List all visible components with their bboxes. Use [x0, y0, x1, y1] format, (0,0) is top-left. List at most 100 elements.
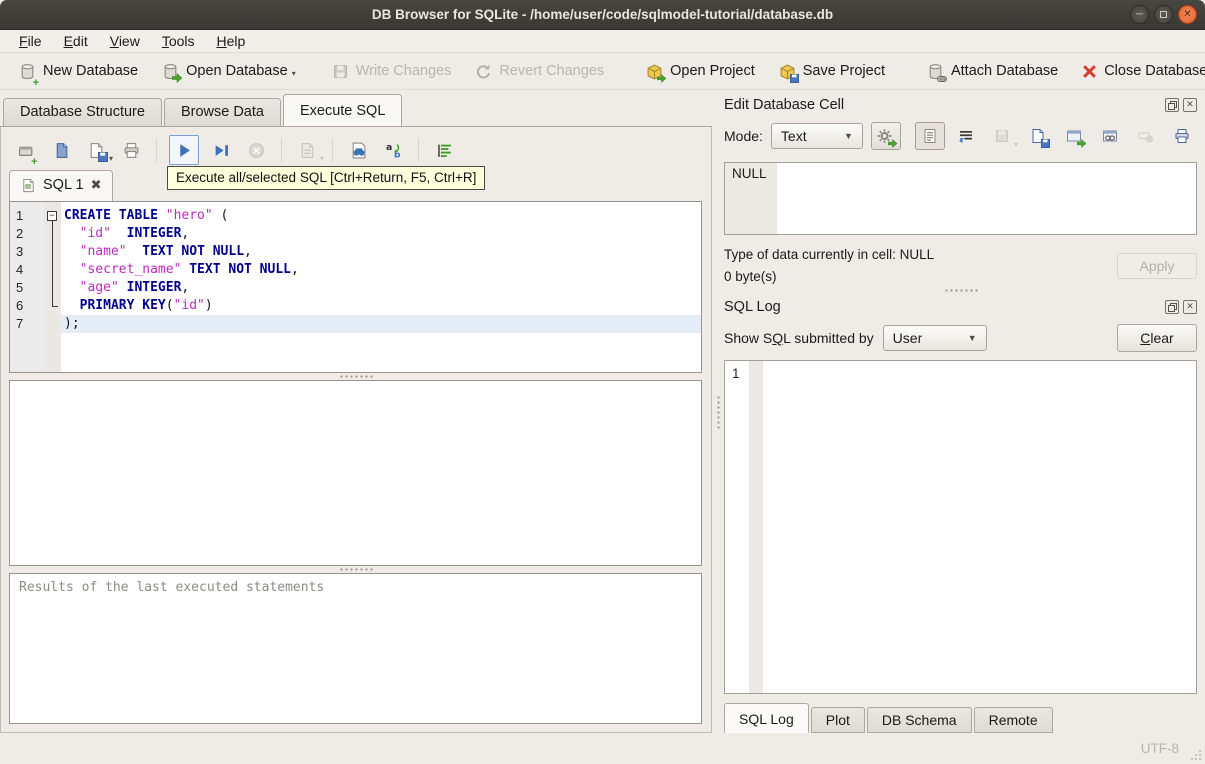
tab-database-structure[interactable]: Database Structure [3, 98, 162, 126]
execute-sql-button[interactable] [169, 135, 199, 165]
execute-line-button[interactable] [208, 137, 234, 163]
find-button[interactable] [345, 137, 371, 163]
new-sql-tab-button[interactable]: + [13, 137, 39, 167]
open-project-icon [646, 63, 667, 83]
fold-marker [44, 261, 61, 279]
close-icon[interactable]: ✕ [1178, 5, 1197, 24]
print-sql-button[interactable] [118, 137, 144, 163]
gear-icon [877, 128, 898, 148]
mode-select[interactable]: Text ▼ [770, 123, 863, 149]
left-column: Database Structure Browse Data Execute S… [0, 90, 712, 733]
code-text: ); [61, 315, 701, 333]
cell-size-info: 0 byte(s) [724, 269, 777, 284]
save-project-button[interactable]: Save Project [770, 58, 894, 85]
tab-plot[interactable]: Plot [810, 707, 865, 733]
line-number: 1 [732, 366, 740, 381]
chevron-down-icon: ▼ [844, 131, 853, 141]
horizontal-splitter[interactable] [9, 373, 702, 380]
save-sql-file-button[interactable]: ▾ [83, 137, 113, 163]
menu-edit[interactable]: Edit [55, 31, 97, 51]
clear-log-button[interactable]: Clear [1117, 324, 1197, 352]
open-database-dropdown-icon[interactable]: ▾ [292, 69, 296, 78]
print-cell-button[interactable] [1167, 122, 1197, 150]
auto-apply-button[interactable] [870, 122, 901, 150]
horizontal-splitter[interactable] [9, 566, 702, 573]
save-sql-dropdown-icon[interactable]: ▾ [109, 154, 113, 163]
fold-marker[interactable]: − [44, 207, 61, 225]
sql-file-tab[interactable]: SQL 1 ✖ [9, 170, 114, 201]
tab-remote[interactable]: Remote [973, 707, 1053, 733]
open-project-button[interactable]: Open Project [637, 58, 764, 85]
editor-line[interactable]: 5 "age" INTEGER, [10, 279, 701, 297]
close-database-icon [1082, 64, 1097, 79]
open-sql-file-button[interactable] [48, 137, 74, 163]
tab-execute-sql[interactable]: Execute SQL [282, 94, 403, 126]
editor-line[interactable]: 6 PRIMARY KEY("id") [10, 296, 701, 315]
code-text: CREATE TABLE "hero" ( [64, 208, 229, 223]
stop-sql-button[interactable] [243, 137, 269, 163]
float-panel-icon[interactable] [1165, 98, 1179, 112]
save-results-button[interactable]: ▾ [294, 137, 324, 163]
word-wrap-button[interactable] [951, 122, 981, 150]
results-placeholder: Results of the last executed statements [19, 580, 325, 595]
log-filter-select[interactable]: User ▼ [882, 325, 987, 351]
editor-line[interactable]: 3 "name" TEXT NOT NULL, [10, 243, 701, 261]
code-text: "name" TEXT NOT NULL, [79, 244, 252, 259]
close-panel-icon[interactable]: ✕ [1183, 300, 1197, 314]
open-in-app-button[interactable] [1059, 122, 1089, 150]
execute-line-icon [213, 142, 230, 159]
format-sql-button[interactable] [431, 137, 457, 163]
cell-editor-icons: ▾ [915, 122, 1197, 150]
float-panel-icon[interactable] [1165, 300, 1179, 314]
import-dropdown-icon: ▾ [1013, 140, 1018, 149]
fold-marker [44, 279, 61, 297]
tab-browse-data[interactable]: Browse Data [163, 98, 281, 126]
minimize-icon[interactable]: ─ [1130, 5, 1149, 24]
open-database-button[interactable]: Open Database ▾ [153, 58, 305, 85]
attach-database-button[interactable]: Attach Database [918, 58, 1067, 85]
print-cell-icon [1174, 128, 1191, 145]
dock-splitter[interactable] [724, 284, 1197, 296]
close-database-button[interactable]: Close Database [1073, 58, 1205, 84]
resize-grip-icon[interactable] [1189, 748, 1202, 761]
print-icon [123, 142, 140, 159]
cell-value-editor[interactable]: NULL [724, 162, 1197, 235]
editor-line[interactable]: 2 "id" INTEGER, [10, 225, 701, 243]
menu-file[interactable]: File [10, 31, 51, 51]
sql-toolbar-separator [156, 138, 157, 162]
cell-edit-area[interactable] [777, 163, 1196, 234]
sql-log-lines: 1 [725, 365, 1196, 383]
editor-line[interactable]: 7); [10, 315, 701, 333]
titlebar: DB Browser for SQLite - /home/user/code/… [0, 0, 1205, 30]
import-data-button[interactable]: ▾ [987, 122, 1018, 150]
close-panel-icon[interactable]: ✕ [1183, 98, 1197, 112]
main-toolbar: + New Database Open Database ▾ Write Cha… [0, 53, 1205, 90]
editor-line[interactable]: 1 − CREATE TABLE "hero" ( [10, 207, 701, 225]
text-mode-button[interactable] [915, 122, 945, 150]
write-changes-button[interactable]: Write Changes [323, 58, 461, 85]
copy-link-button[interactable] [1095, 122, 1125, 150]
menu-help[interactable]: Help [208, 31, 255, 51]
set-null-button[interactable] [1131, 122, 1161, 150]
tab-sql-log[interactable]: SQL Log [724, 703, 809, 733]
log-line: 1 [725, 365, 1196, 383]
maximize-icon[interactable] [1154, 5, 1173, 24]
sql-editor[interactable]: 1− CREATE TABLE "hero" (2 "id" INTEGER, 3 … [9, 201, 702, 373]
menubar: File Edit View Tools Help [0, 30, 1205, 53]
menu-view[interactable]: View [101, 31, 149, 51]
revert-changes-button[interactable]: Revert Changes [466, 58, 613, 85]
export-data-button[interactable] [1023, 122, 1053, 150]
tab-db-schema[interactable]: DB Schema [866, 707, 972, 733]
sql-tab-close-icon[interactable]: ✖ [91, 178, 102, 193]
menu-tools[interactable]: Tools [153, 31, 204, 51]
replace-button[interactable]: ab [380, 137, 406, 163]
new-database-icon: + [19, 63, 39, 88]
results-grid-pane [9, 380, 702, 566]
vertical-splitter[interactable] [712, 90, 724, 733]
new-database-button[interactable]: + New Database [10, 58, 147, 88]
code-text: "secret_name" TEXT NOT NULL, [79, 262, 299, 277]
editor-line[interactable]: 4 "secret_name" TEXT NOT NULL, [10, 261, 701, 279]
word-wrap-icon [958, 128, 975, 145]
apply-button[interactable]: Apply [1117, 252, 1197, 279]
sql-log-view: 1 [724, 360, 1197, 694]
